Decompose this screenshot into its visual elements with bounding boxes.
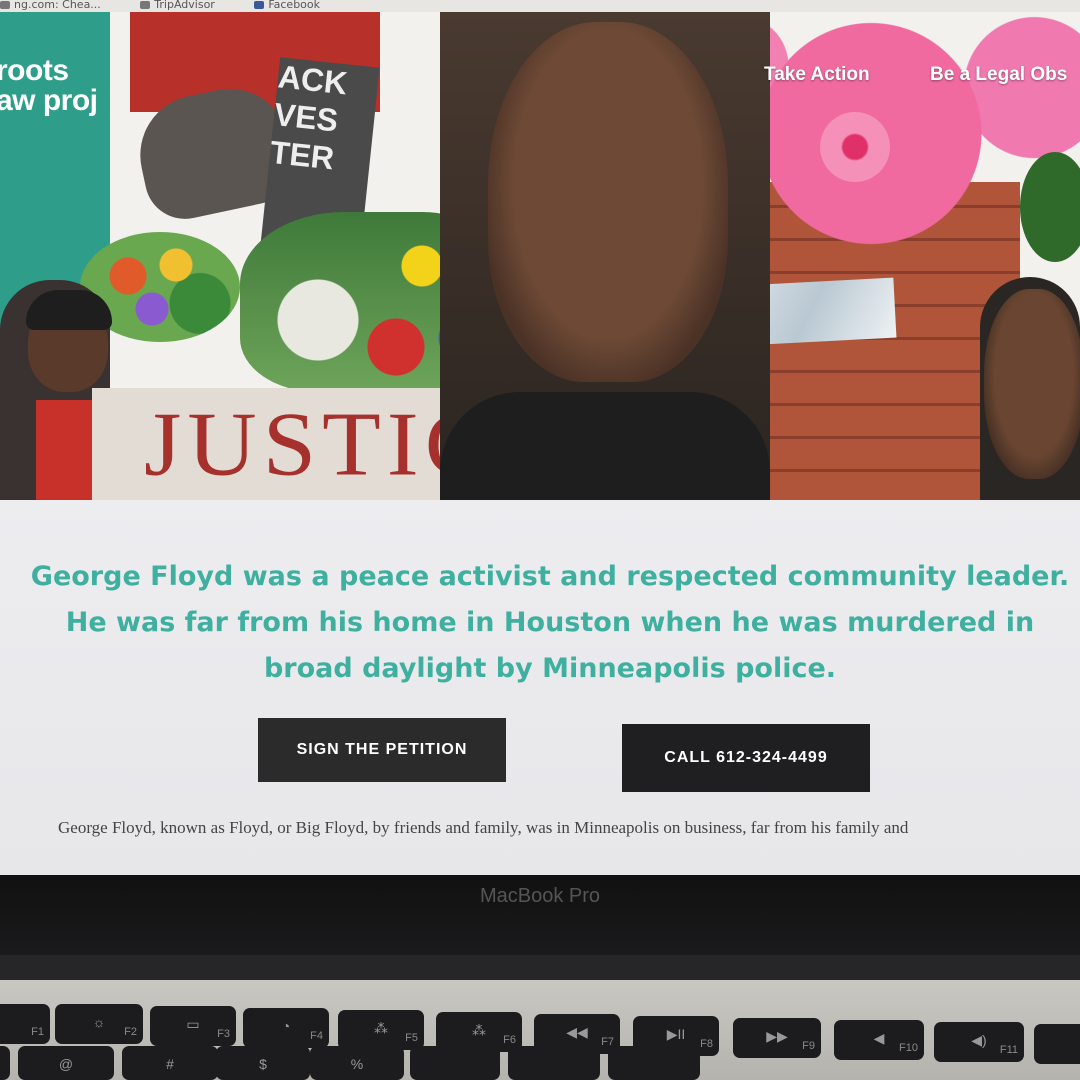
key-f11[interactable]: ◀) F11 xyxy=(934,1022,1024,1062)
facebook-icon xyxy=(254,1,265,9)
main-content: George Floyd was a peace activist and re… xyxy=(0,500,1080,875)
key-f1[interactable]: F1 xyxy=(0,1004,50,1044)
portrait-center-shirt xyxy=(440,392,770,500)
portrait-left-hat xyxy=(26,290,112,330)
key-f12[interactable] xyxy=(1034,1024,1080,1064)
keyboard-light-down-icon: ⁂ xyxy=(374,1020,388,1036)
hero-collage: ACK VES TER JUSTICE roots aw proj Take A… xyxy=(0,12,1080,500)
key-2-glyph: @ xyxy=(58,1056,74,1072)
bookmark-item-3[interactable]: Facebook xyxy=(254,0,320,11)
bookmark-item-2[interactable]: TripAdvisor xyxy=(140,0,215,11)
laptop-hinge xyxy=(0,955,1080,980)
laptop-model-label: MacBook Pro xyxy=(479,885,601,907)
dashboard-icon: ◔ xyxy=(281,1018,291,1034)
bookmarks-bar: ng.com: Chea... TripAdvisor Facebook xyxy=(0,0,1080,12)
sign-petition-button[interactable]: SIGN THE PETITION xyxy=(258,718,506,782)
key-f9[interactable]: ▶▶ F9 xyxy=(733,1018,821,1058)
key-f3[interactable]: ▭ F3 xyxy=(150,1006,236,1046)
mission-statement: George Floyd was a peace activist and re… xyxy=(30,561,1070,684)
key-7[interactable] xyxy=(508,1046,600,1080)
nav-legal-observer[interactable]: Be a Legal Obs xyxy=(930,64,1067,86)
fast-forward-icon: ▶▶ xyxy=(766,1028,788,1044)
collage-portrait-center xyxy=(440,12,770,500)
key-backtick[interactable] xyxy=(0,1046,10,1080)
key-3-glyph: # xyxy=(166,1056,174,1072)
bookmark-icon xyxy=(0,1,10,9)
key-3[interactable]: # xyxy=(122,1046,218,1080)
key-5-glyph: % xyxy=(350,1056,364,1072)
collage-rose-center xyxy=(820,112,890,182)
portrait-right-face xyxy=(984,289,1080,479)
nav-take-action[interactable]: Take Action xyxy=(764,64,870,86)
key-8[interactable] xyxy=(608,1046,700,1080)
key-f2[interactable]: ☼ F2 xyxy=(55,1004,143,1044)
tripadvisor-icon xyxy=(140,1,151,9)
key-4-glyph: $ xyxy=(259,1056,267,1072)
collage-portrait-right xyxy=(980,277,1080,500)
volume-down-icon: ◀) xyxy=(971,1032,987,1048)
key-6[interactable] xyxy=(410,1046,500,1080)
mission-control-icon: ▭ xyxy=(186,1016,200,1032)
keyboard-light-up-icon: ⁂ xyxy=(472,1022,486,1038)
key-5[interactable]: % xyxy=(310,1046,404,1080)
mute-icon: ◀ xyxy=(873,1030,885,1046)
brightness-up-icon: ☼ xyxy=(92,1014,106,1030)
key-2[interactable]: @ xyxy=(18,1046,114,1080)
site-logo-line-2: aw proj xyxy=(0,84,98,117)
portrait-center-face xyxy=(488,22,728,382)
play-pause-icon: ▶II xyxy=(666,1026,686,1042)
key-f10[interactable]: ◀ F10 xyxy=(834,1020,924,1060)
bookmark-item-1[interactable]: ng.com: Chea... xyxy=(0,0,101,11)
site-logo-line-1: roots xyxy=(0,54,69,87)
key-4[interactable]: $ xyxy=(216,1046,310,1080)
rewind-icon: ◀◀ xyxy=(566,1024,588,1040)
portrait-left-shirt xyxy=(36,400,92,500)
site-logo[interactable]: roots aw proj xyxy=(0,56,98,116)
call-button[interactable]: CALL 612-324-4499 xyxy=(622,724,870,792)
key-f4[interactable]: ◔ F4 xyxy=(243,1008,329,1048)
key-f5[interactable]: ⁂ F5 xyxy=(338,1010,424,1050)
bio-paragraph: George Floyd, known as Floyd, or Big Flo… xyxy=(58,818,909,837)
